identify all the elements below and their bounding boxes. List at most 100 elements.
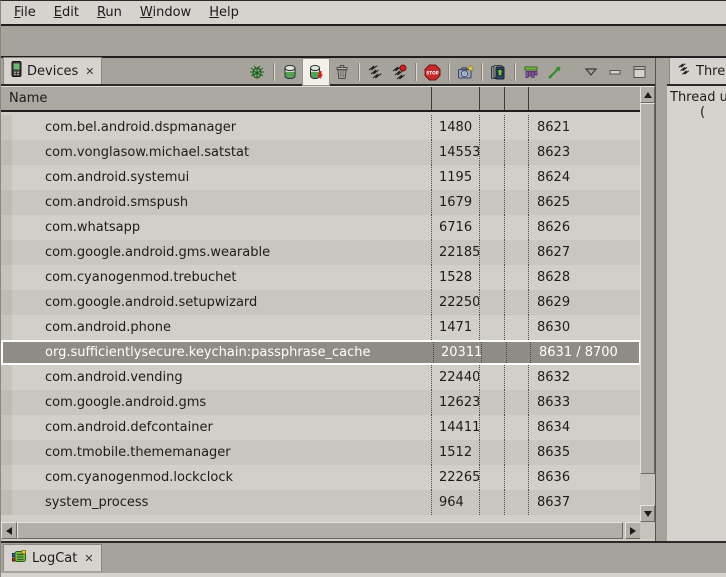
toolbar-separator	[514, 63, 515, 81]
systrace-icon[interactable]	[543, 59, 567, 85]
menu-window[interactable]: Window	[131, 3, 200, 22]
scroll-up-button[interactable]	[640, 86, 655, 103]
row-pid-cell: 22185	[431, 240, 479, 265]
row-empty-cell	[479, 140, 504, 165]
scroll-right-button[interactable]	[625, 522, 641, 539]
tab-threads-label: Threads	[696, 64, 726, 79]
cause-gc-icon[interactable]	[330, 59, 354, 85]
row-name-cell: org.sufficientlysecure.keychain:passphra…	[3, 342, 433, 363]
column-header-1[interactable]	[431, 87, 479, 110]
device-table-body: com.bel.android.dspmanager14808621com.vo…	[1, 112, 641, 520]
devices-toolbar: STOP	[245, 58, 651, 86]
table-row-selected[interactable]: org.sufficientlysecure.keychain:passphra…	[1, 340, 641, 365]
row-empty-cell	[479, 265, 504, 290]
row-pid-cell: 22440	[431, 365, 479, 390]
row-name-cell: com.android.defcontainer	[1, 415, 431, 440]
toolbar-separator	[273, 63, 274, 81]
screen-capture-icon[interactable]	[453, 59, 477, 85]
row-empty-cell	[504, 415, 528, 440]
column-header-3[interactable]	[504, 87, 528, 110]
row-name-cell: com.vonglasow.michael.satstat	[1, 140, 431, 165]
svg-text:STOP: STOP	[426, 70, 439, 75]
table-row[interactable]: system_process9648637	[1, 490, 641, 515]
tab-devices[interactable]: Devices ✕	[3, 57, 102, 84]
table-row[interactable]: com.google.android.setupwizard222508629	[1, 290, 641, 315]
stop-process-icon[interactable]: STOP	[420, 59, 444, 85]
row-pid-cell: 1195	[431, 165, 479, 190]
row-name-cell: com.cyanogenmod.lockclock	[1, 465, 431, 490]
row-pid-cell: 14411	[431, 415, 479, 440]
device-table: Name com.bel.android.dspmanager14808621c…	[1, 86, 655, 522]
table-row[interactable]: com.android.systemui11958624	[1, 165, 641, 190]
row-empty-cell	[479, 490, 504, 515]
table-row[interactable]: com.google.android.gms.wearable221858627	[1, 240, 641, 265]
row-port-cell: 8624	[528, 165, 641, 190]
table-row[interactable]: com.android.phone14718630	[1, 315, 641, 340]
phone-icon	[11, 61, 22, 81]
debug-attach-icon[interactable]	[245, 59, 269, 85]
menu-help[interactable]: Help	[200, 3, 248, 22]
threads-message-line1: Thread up	[670, 90, 726, 105]
table-row[interactable]: com.tmobile.thememanager15128635	[1, 440, 641, 465]
row-port-cell: 8625	[528, 190, 641, 215]
horizontal-scrollbar[interactable]	[1, 522, 641, 539]
menu-edit[interactable]: Edit	[45, 3, 88, 22]
table-row[interactable]: com.android.defcontainer144118634	[1, 415, 641, 440]
vertical-scroll-track[interactable]	[640, 474, 655, 505]
maximize-icon[interactable]	[627, 59, 651, 85]
row-empty-cell	[504, 490, 528, 515]
row-empty-cell	[479, 240, 504, 265]
row-port-cell: 8637	[528, 490, 641, 515]
table-row[interactable]: com.bel.android.dspmanager14808621	[1, 115, 641, 140]
update-heap-icon[interactable]	[278, 59, 302, 85]
row-empty-cell	[504, 290, 528, 315]
tab-logcat[interactable]: LogCat ✕	[3, 544, 102, 571]
table-row[interactable]: com.android.smspush16798625	[1, 190, 641, 215]
row-empty-cell	[504, 215, 528, 240]
table-row[interactable]: com.android.vending224408632	[1, 365, 641, 390]
row-port-cell: 8626	[528, 215, 641, 240]
row-empty-cell	[479, 440, 504, 465]
toolbar-separator	[448, 63, 449, 81]
update-threads-icon[interactable]	[363, 59, 387, 85]
row-name-cell: com.google.android.gms.wearable	[1, 240, 431, 265]
row-empty-cell	[504, 165, 528, 190]
capture-device-view-icon[interactable]	[486, 59, 510, 85]
tab-threads[interactable]: Threads	[669, 58, 726, 84]
menu-run[interactable]: Run	[88, 3, 131, 22]
scroll-left-button[interactable]	[1, 522, 17, 539]
row-empty-cell	[479, 165, 504, 190]
panel-sash[interactable]	[656, 58, 667, 541]
row-pid-cell: 20311	[433, 342, 481, 363]
dump-hprof-icon[interactable]	[302, 58, 330, 86]
close-icon[interactable]: ✕	[83, 65, 94, 78]
view-menu-icon[interactable]	[579, 59, 603, 85]
table-row[interactable]: com.google.android.gms126238633	[1, 390, 641, 415]
column-header-name[interactable]: Name	[1, 87, 431, 110]
start-method-profiling-icon[interactable]	[387, 59, 411, 85]
start-opengl-trace-icon[interactable]	[519, 59, 543, 85]
scrollbar-corner	[640, 522, 655, 539]
table-row[interactable]: com.cyanogenmod.trebuchet15288628	[1, 265, 641, 290]
column-header-2[interactable]	[479, 87, 504, 110]
row-empty-cell	[479, 290, 504, 315]
toolbar-separator	[415, 63, 416, 81]
table-row[interactable]: com.cyanogenmod.lockclock222658636	[1, 465, 641, 490]
minimize-icon[interactable]	[603, 59, 627, 85]
table-row[interactable]: com.vonglasow.michael.satstat145538623	[1, 140, 641, 165]
row-empty-cell	[504, 240, 528, 265]
menu-file[interactable]: File	[5, 3, 45, 22]
row-empty-cell	[481, 342, 506, 363]
vertical-scrollbar[interactable]	[640, 86, 655, 522]
vertical-scroll-thumb[interactable]	[640, 103, 655, 474]
column-header-4[interactable]	[528, 87, 641, 110]
close-icon[interactable]: ✕	[82, 552, 93, 565]
threads-panel: Threads Thread up (	[667, 58, 726, 541]
row-empty-cell	[479, 315, 504, 340]
scroll-down-button[interactable]	[640, 505, 655, 522]
row-pid-cell: 964	[431, 490, 479, 515]
row-port-cell: 8632	[528, 365, 641, 390]
horizontal-scroll-thumb[interactable]	[17, 522, 623, 539]
tab-devices-label: Devices	[27, 64, 78, 79]
table-row[interactable]: com.whatsapp67168626	[1, 215, 641, 240]
